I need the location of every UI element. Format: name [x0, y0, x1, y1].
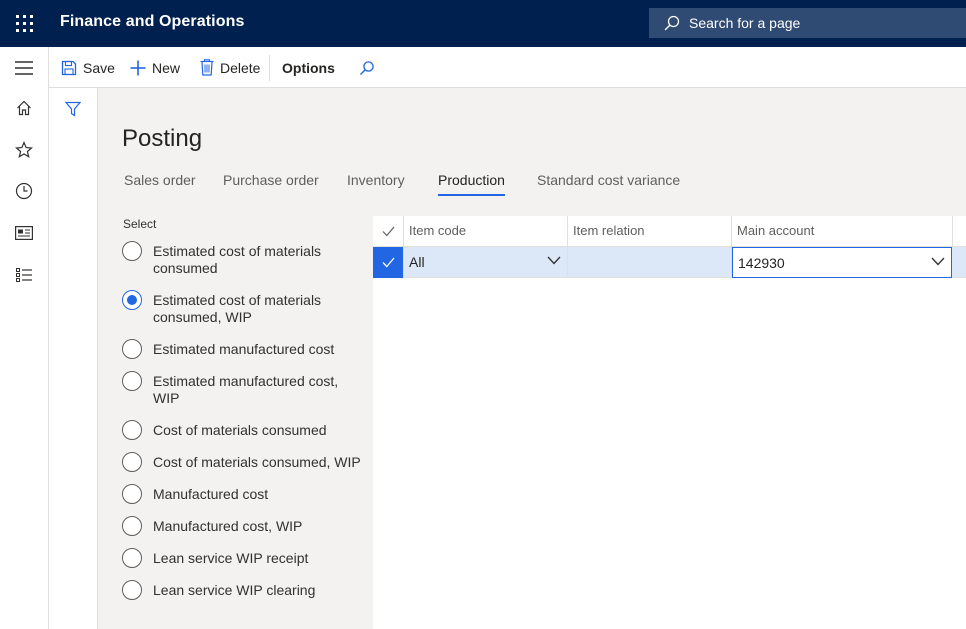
home-button[interactable] [0, 90, 48, 126]
home-icon [17, 100, 31, 116]
select-all-checkbox[interactable] [373, 216, 404, 246]
radio-label: Manufactured cost [153, 486, 269, 502]
save-button[interactable]: Save [61, 47, 115, 88]
delete-trash-icon [200, 59, 214, 76]
recent-clock-icon [15, 182, 33, 200]
action-pane: Save New Delete Options [49, 47, 966, 88]
delete-button[interactable]: Delete [200, 47, 260, 88]
delete-button-label: Delete [220, 59, 261, 76]
chevron-down-icon[interactable] [931, 257, 945, 266]
column-header-main-account[interactable]: Main account [732, 216, 953, 246]
search-icon [360, 60, 374, 75]
radio-option-estimated-manufactured-cost[interactable]: Estimated manufactured cost [122, 339, 362, 359]
favorites-button[interactable] [0, 132, 48, 168]
workspaces-button[interactable] [0, 215, 48, 251]
posting-grid: Item code Item relation Main account All [373, 216, 966, 629]
radio-option-cost-of-materials-consumed-wip[interactable]: Cost of materials consumed, WIP [122, 452, 362, 472]
checkmark-icon [382, 257, 394, 268]
item-relation-cell[interactable] [568, 247, 732, 278]
add-icon [130, 60, 146, 75]
top-bar: Finance and Operations [0, 0, 966, 47]
menu-button[interactable] [0, 50, 48, 86]
modules-list-icon [16, 268, 32, 282]
options-menu[interactable]: Options [282, 47, 335, 88]
save-icon [61, 60, 77, 75]
main-content: Posting Sales order Purchase order Inven… [98, 88, 966, 629]
column-header-item-code[interactable]: Item code [404, 216, 568, 246]
radio-button[interactable] [122, 548, 142, 568]
main-account-input[interactable] [733, 248, 923, 277]
page-title: Posting [122, 125, 203, 152]
chevron-down-icon[interactable] [547, 256, 561, 265]
radio-button[interactable] [122, 516, 142, 536]
item-code-cell[interactable]: All [404, 247, 568, 278]
search-input[interactable] [689, 15, 939, 31]
radio-button[interactable] [122, 484, 142, 504]
radio-button[interactable] [122, 580, 142, 600]
radio-button[interactable] [122, 452, 142, 472]
navigation-rail [0, 47, 49, 629]
workspaces-icon [15, 226, 33, 240]
grid-header: Item code Item relation Main account [373, 216, 966, 247]
radio-label: Estimated cost of materials consumed, WI… [153, 292, 322, 325]
column-header-item-relation[interactable]: Item relation [568, 216, 732, 246]
radio-label: Estimated manufactured cost [153, 341, 335, 357]
new-button-label: New [152, 59, 181, 76]
filter-icon [65, 101, 81, 117]
favorites-star-icon [15, 141, 33, 159]
radio-label: Manufactured cost, WIP [153, 518, 303, 534]
filter-button[interactable] [49, 96, 97, 122]
find-in-page-button[interactable] [359, 47, 381, 88]
tab-sales-order[interactable]: Sales order [124, 172, 196, 198]
radio-option-manufactured-cost-wip[interactable]: Manufactured cost, WIP [122, 516, 362, 536]
radio-option-estimated-cost-of-materials-consumed-wip[interactable]: Estimated cost of materials consumed, WI… [122, 290, 362, 326]
radio-label: Cost of materials consumed, WIP [153, 454, 361, 470]
item-code-value: All [409, 254, 425, 270]
radio-button[interactable] [122, 339, 142, 359]
modules-button[interactable] [0, 257, 48, 293]
radio-label: Lean service WIP receipt [153, 550, 309, 566]
radio-option-lean-service-wip-clearing[interactable]: Lean service WIP clearing [122, 580, 362, 600]
options-label: Options [282, 59, 335, 76]
radio-label: Lean service WIP clearing [153, 582, 316, 598]
recent-button[interactable] [0, 173, 48, 209]
radio-option-estimated-cost-of-materials-consumed[interactable]: Estimated cost of materials consumed [122, 241, 362, 277]
row-select-checkbox[interactable] [373, 247, 404, 278]
radio-button[interactable] [122, 371, 142, 391]
tab-production[interactable]: Production [438, 172, 505, 198]
toolbar-divider [269, 55, 270, 81]
tab-inventory[interactable]: Inventory [347, 172, 405, 198]
radio-label: Estimated manufactured cost, WIP [153, 373, 339, 406]
radio-option-manufactured-cost[interactable]: Manufactured cost [122, 484, 362, 504]
radio-label: Cost of materials consumed [153, 422, 327, 438]
radio-button[interactable] [122, 241, 142, 261]
checkmark-icon [382, 226, 394, 236]
app-title[interactable]: Finance and Operations [60, 13, 244, 31]
search-icon [664, 15, 680, 31]
radio-option-cost-of-materials-consumed[interactable]: Cost of materials consumed [122, 420, 362, 440]
radio-button-selected[interactable] [122, 290, 142, 310]
search-box[interactable] [649, 8, 966, 38]
tab-standard-cost-variance[interactable]: Standard cost variance [537, 172, 680, 198]
radio-button[interactable] [122, 420, 142, 440]
new-button[interactable]: New [130, 47, 180, 88]
save-button-label: Save [83, 59, 115, 76]
radio-label: Estimated cost of materials consumed [153, 243, 322, 276]
app-launcher-waffle-icon[interactable] [0, 0, 48, 47]
tab-purchase-order[interactable]: Purchase order [223, 172, 319, 198]
select-label: Select [123, 217, 157, 231]
radio-option-lean-service-wip-receipt[interactable]: Lean service WIP receipt [122, 548, 362, 568]
main-account-cell[interactable] [732, 247, 952, 278]
radio-option-estimated-manufactured-cost-wip[interactable]: Estimated manufactured cost, WIP [122, 371, 362, 407]
menu-icon [15, 61, 33, 75]
filter-pane [49, 88, 98, 629]
